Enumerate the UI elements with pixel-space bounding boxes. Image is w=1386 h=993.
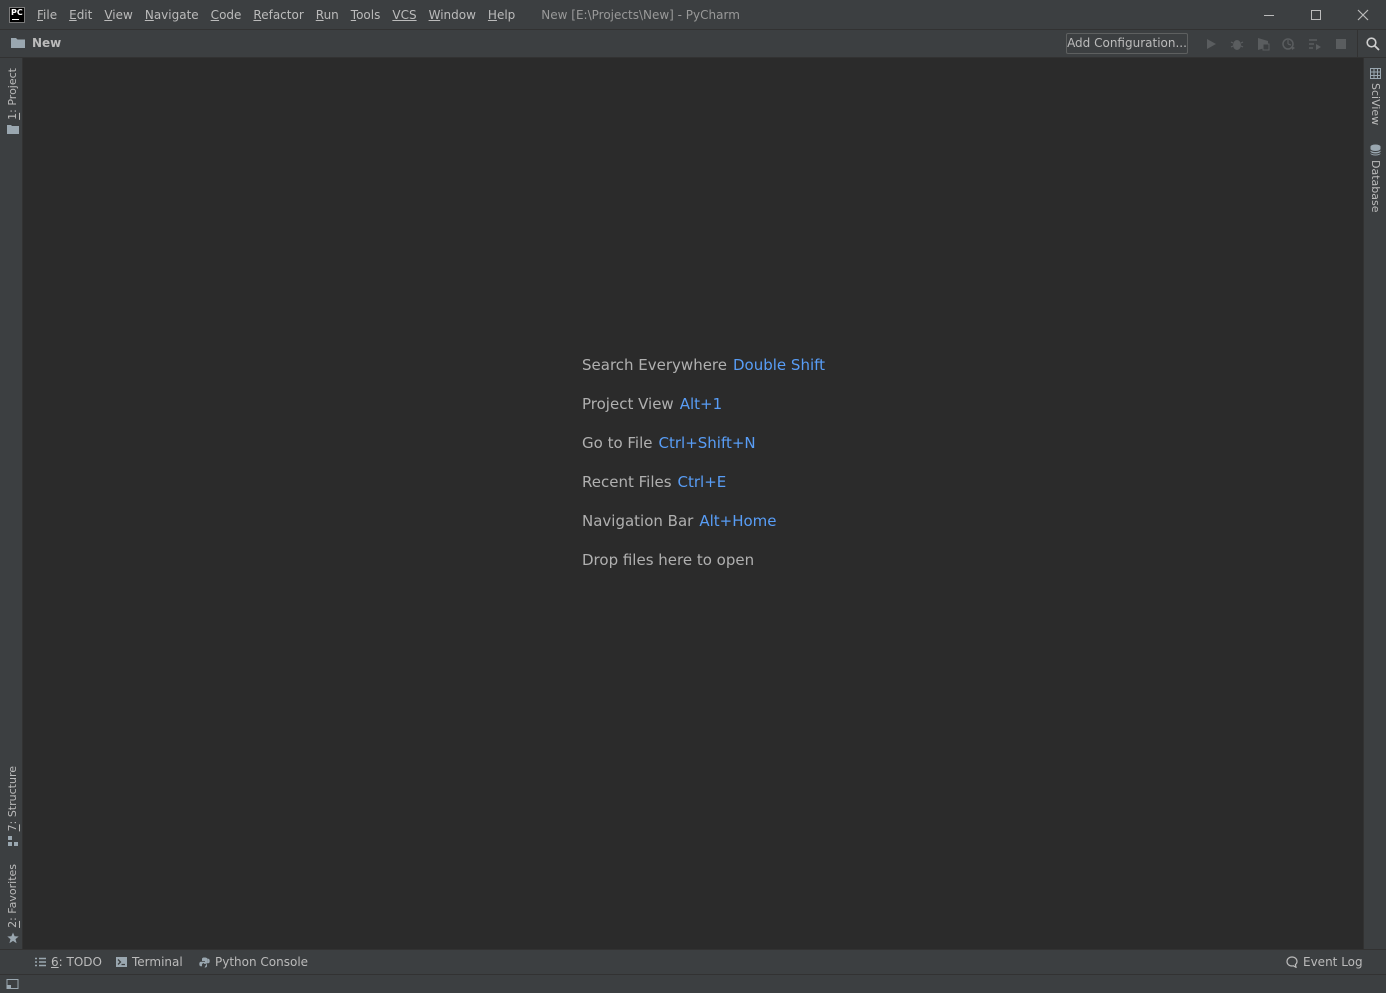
add-configuration-button[interactable]: Add Configuration...	[1066, 33, 1188, 54]
structure-icon	[7, 836, 18, 847]
breadcrumb-project[interactable]: New	[11, 36, 61, 50]
tool-tab-project[interactable]: 1: Project	[6, 68, 19, 134]
search-icon	[1365, 36, 1380, 51]
profile-button[interactable]	[1276, 36, 1302, 52]
left-tool-strip: 1: Project 7: Structure 2: Favorites	[0, 58, 23, 949]
run-icon	[1207, 39, 1216, 49]
minimize-button[interactable]	[1245, 0, 1292, 29]
menu-help[interactable]: Help	[488, 8, 515, 22]
bottom-tool-strip: 6: TODO Terminal Python Console Event Lo…	[0, 949, 1386, 974]
maximize-icon	[1310, 9, 1321, 20]
folder-icon	[11, 38, 25, 48]
menu-file[interactable]: File	[37, 8, 57, 22]
menu-run[interactable]: Run	[316, 8, 339, 22]
project-name: New	[32, 36, 62, 50]
close-button[interactable]	[1339, 0, 1386, 29]
tool-tab-python-console[interactable]: Python Console	[199, 955, 308, 969]
menu-tools[interactable]: Tools	[351, 8, 381, 22]
hint-go-to-file: Go to File Ctrl+Shift+N	[582, 434, 756, 452]
debug-button[interactable]	[1224, 36, 1250, 52]
folder-icon	[6, 124, 19, 134]
hint-navigation-bar: Navigation Bar Alt+Home	[582, 512, 777, 530]
minimize-icon	[1263, 14, 1274, 16]
hint-drop-files: Drop files here to open	[582, 551, 755, 569]
database-icon	[1370, 144, 1381, 156]
todo-icon	[35, 957, 46, 967]
tool-tab-terminal[interactable]: Terminal	[116, 955, 183, 969]
window-controls	[1245, 0, 1386, 29]
tool-tab-sciview[interactable]: SciView	[1369, 68, 1382, 125]
menu-navigate[interactable]: Navigate	[145, 8, 199, 22]
menu-edit[interactable]: Edit	[69, 8, 92, 22]
maximize-button[interactable]	[1292, 0, 1339, 29]
tool-tab-structure[interactable]: 7: Structure	[6, 766, 19, 847]
terminal-icon	[116, 957, 127, 967]
window-title: New [E:\Projects\New] - PyCharm	[541, 7, 740, 22]
title-bar: PC File Edit View Navigate Code Refactor…	[0, 0, 1386, 29]
hint-search-everywhere: Search Everywhere Double Shift	[582, 356, 826, 374]
menu-refactor[interactable]: Refactor	[253, 8, 303, 22]
debug-icon	[1230, 40, 1244, 50]
right-tool-strip: SciView Database	[1363, 58, 1386, 949]
concurrency-button[interactable]	[1302, 36, 1328, 52]
profile-icon	[1282, 38, 1295, 50]
main-menu: File Edit View Navigate Code Refactor Ru…	[37, 8, 527, 22]
menu-window[interactable]: Window	[429, 8, 476, 22]
tool-window-toggle-button[interactable]	[6, 978, 19, 990]
python-console-icon	[199, 957, 210, 967]
navigation-bar: New Add Configuration...	[0, 29, 1386, 58]
star-icon	[6, 932, 19, 944]
coverage-button[interactable]	[1250, 36, 1276, 52]
search-everywhere-button[interactable]	[1357, 30, 1386, 57]
coverage-icon	[1258, 38, 1270, 51]
empty-editor-hints: Search Everywhere Double Shift Project Vi…	[582, 356, 825, 590]
close-icon	[1357, 9, 1368, 20]
stop-icon	[1336, 39, 1346, 49]
run-toolbar	[1198, 36, 1354, 52]
run-button[interactable]	[1198, 36, 1224, 52]
stop-button[interactable]	[1328, 36, 1354, 52]
menu-view[interactable]: View	[104, 8, 132, 22]
tool-tab-database[interactable]: Database	[1369, 144, 1382, 213]
hint-recent-files: Recent Files Ctrl+E	[582, 473, 727, 491]
menu-code[interactable]: Code	[211, 8, 242, 22]
tool-tab-event-log[interactable]: Event Log	[1286, 955, 1363, 969]
event-log-icon	[1286, 956, 1298, 968]
tool-tab-todo[interactable]: 6: TODO	[35, 955, 102, 969]
tool-window-toggle-icon	[6, 979, 19, 989]
editor-area[interactable]: Search Everywhere Double Shift Project Vi…	[23, 58, 1363, 949]
pycharm-logo-icon: PC	[9, 6, 25, 23]
hint-project-view: Project View Alt+1	[582, 395, 723, 413]
menu-vcs[interactable]: VCS	[392, 8, 416, 22]
concurrency-icon	[1309, 39, 1321, 50]
tool-tab-favorites[interactable]: 2: Favorites	[6, 864, 19, 944]
sciview-icon	[1370, 68, 1381, 79]
status-bar	[0, 974, 1386, 993]
